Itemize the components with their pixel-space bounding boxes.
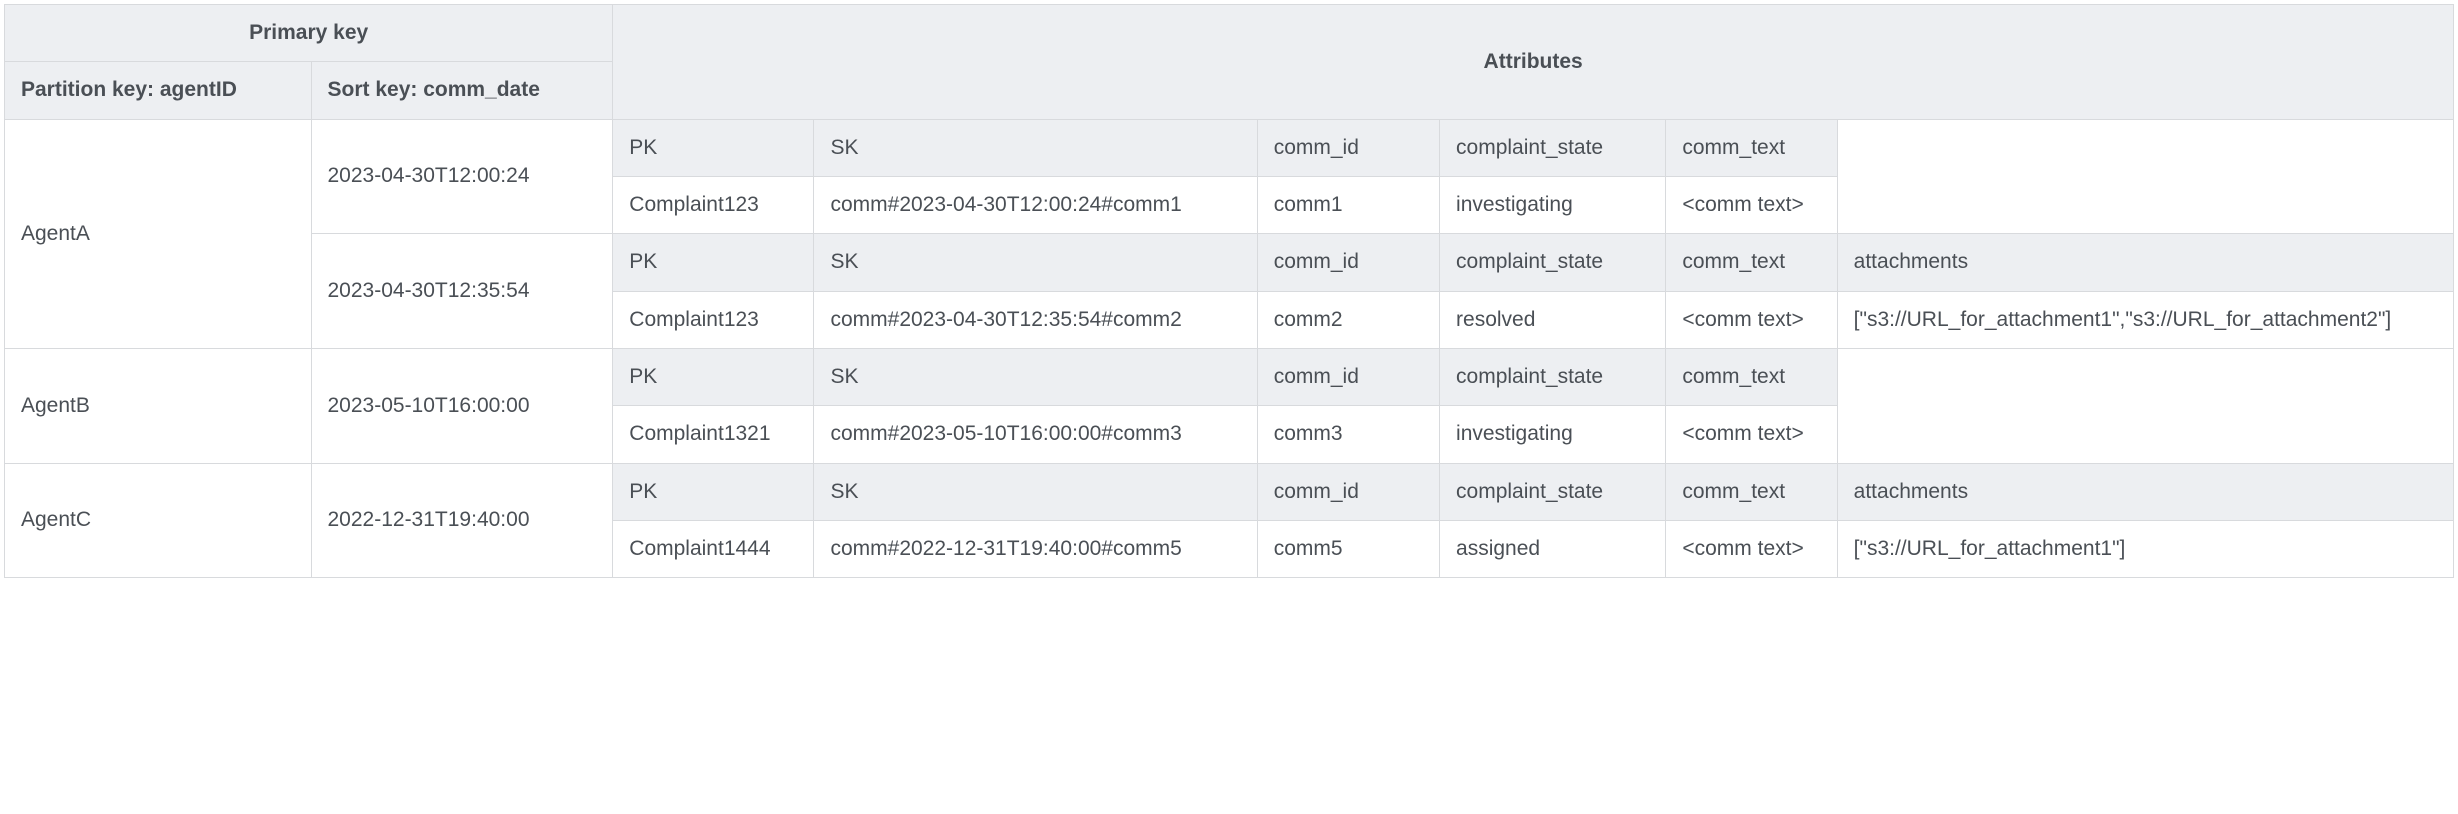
sublabel-comm-id: comm_id <box>1257 349 1439 406</box>
sublabel-complaint-state: complaint_state <box>1440 349 1666 406</box>
cell-attachments: ["s3://URL_for_attachment1"] <box>1837 521 2453 578</box>
cell-comm-text: <comm text> <box>1666 291 1837 348</box>
cell-pk: Complaint1321 <box>613 406 814 463</box>
sublabel-pk: PK <box>613 463 814 520</box>
cell-complaint-state: investigating <box>1440 406 1666 463</box>
sublabel-complaint-state: complaint_state <box>1440 463 1666 520</box>
table-row: AgentB 2023-05-10T16:00:00 PK SK comm_id… <box>5 349 2454 406</box>
header-attributes: Attributes <box>613 5 2454 120</box>
header-partition-key: Partition key: agentID <box>5 62 312 119</box>
sublabel-comm-text: comm_text <box>1666 349 1837 406</box>
sublabel-sk: SK <box>814 234 1257 291</box>
sublabel-comm-text: comm_text <box>1666 234 1837 291</box>
sublabel-comm-text: comm_text <box>1666 119 1837 176</box>
table-row: AgentA 2023-04-30T12:00:24 PK SK comm_id… <box>5 119 2454 176</box>
cell-agent: AgentB <box>5 349 312 464</box>
sublabel-complaint-state: complaint_state <box>1440 234 1666 291</box>
cell-comm-date: 2023-04-30T12:35:54 <box>311 234 613 349</box>
cell-comm-text: <comm text> <box>1666 177 1837 234</box>
sublabel-sk: SK <box>814 119 1257 176</box>
cell-comm-date: 2023-04-30T12:00:24 <box>311 119 613 234</box>
cell-sk: comm#2023-05-10T16:00:00#comm3 <box>814 406 1257 463</box>
table-row: 2023-04-30T12:35:54 PK SK comm_id compla… <box>5 234 2454 291</box>
cell-comm-text: <comm text> <box>1666 521 1837 578</box>
sublabel-pk: PK <box>613 119 814 176</box>
sublabel-comm-text: comm_text <box>1666 463 1837 520</box>
sublabel-comm-id: comm_id <box>1257 119 1439 176</box>
sublabel-pk: PK <box>613 234 814 291</box>
sublabel-comm-id: comm_id <box>1257 234 1439 291</box>
cell-agent: AgentA <box>5 119 312 348</box>
cell-complaint-state: assigned <box>1440 521 1666 578</box>
cell-complaint-state: resolved <box>1440 291 1666 348</box>
sublabel-complaint-state: complaint_state <box>1440 119 1666 176</box>
cell-pk: Complaint1444 <box>613 521 814 578</box>
sublabel-sk: SK <box>814 463 1257 520</box>
cell-comm-id: comm1 <box>1257 177 1439 234</box>
cell-pk: Complaint123 <box>613 291 814 348</box>
cell-agent: AgentC <box>5 463 312 578</box>
cell-comm-id: comm2 <box>1257 291 1439 348</box>
blank-cell <box>1837 349 2453 464</box>
dynamodb-table: Primary key Attributes Partition key: ag… <box>4 4 2454 578</box>
header-row-1: Primary key Attributes <box>5 5 2454 62</box>
blank-cell <box>1837 119 2453 234</box>
sublabel-pk: PK <box>613 349 814 406</box>
sublabel-sk: SK <box>814 349 1257 406</box>
table-row: AgentC 2022-12-31T19:40:00 PK SK comm_id… <box>5 463 2454 520</box>
cell-sk: comm#2023-04-30T12:35:54#comm2 <box>814 291 1257 348</box>
cell-pk: Complaint123 <box>613 177 814 234</box>
header-primary-key: Primary key <box>5 5 613 62</box>
cell-attachments: ["s3://URL_for_attachment1","s3://URL_fo… <box>1837 291 2453 348</box>
cell-comm-id: comm3 <box>1257 406 1439 463</box>
header-sort-key: Sort key: comm_date <box>311 62 613 119</box>
sublabel-attachments: attachments <box>1837 234 2453 291</box>
cell-sk: comm#2023-04-30T12:00:24#comm1 <box>814 177 1257 234</box>
cell-comm-date: 2022-12-31T19:40:00 <box>311 463 613 578</box>
sublabel-attachments: attachments <box>1837 463 2453 520</box>
sublabel-comm-id: comm_id <box>1257 463 1439 520</box>
cell-comm-id: comm5 <box>1257 521 1439 578</box>
cell-sk: comm#2022-12-31T19:40:00#comm5 <box>814 521 1257 578</box>
cell-complaint-state: investigating <box>1440 177 1666 234</box>
cell-comm-date: 2023-05-10T16:00:00 <box>311 349 613 464</box>
cell-comm-text: <comm text> <box>1666 406 1837 463</box>
